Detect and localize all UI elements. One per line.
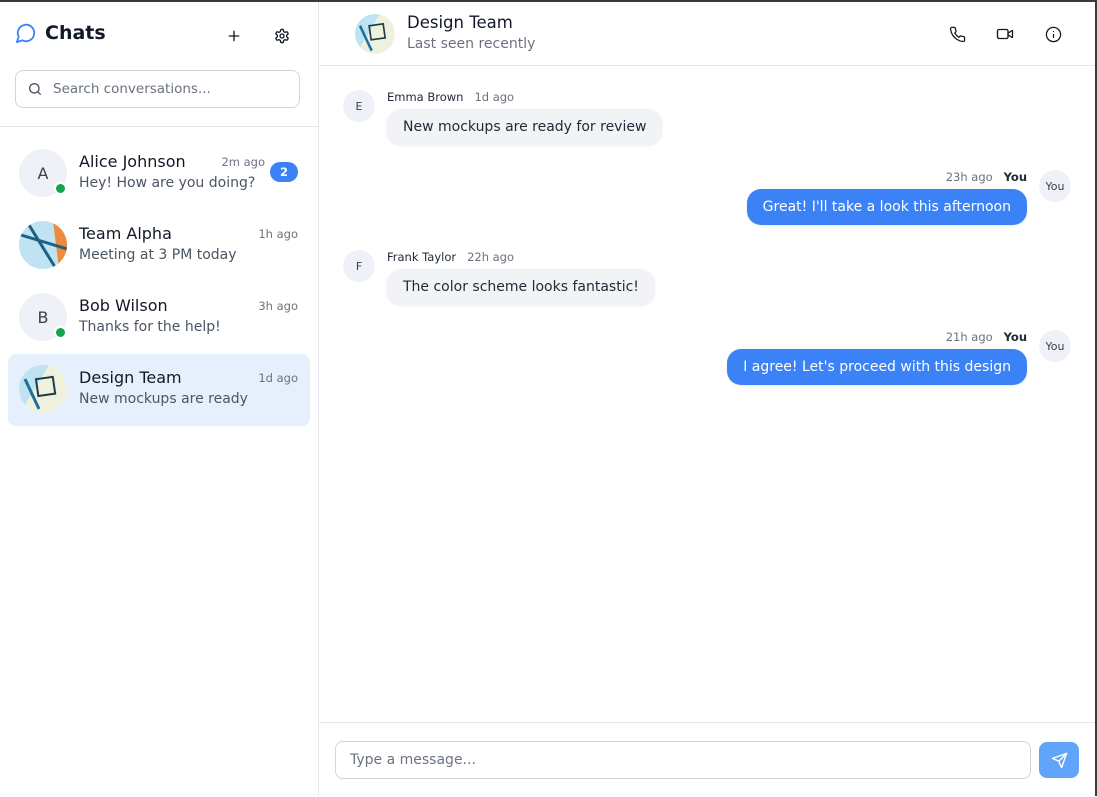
conversation-time: 1h ago [258,227,298,241]
design-team-image-icon [355,14,395,54]
message-avatar: You [1039,330,1071,362]
avatar: A [19,149,67,197]
conversation-name: Bob Wilson [79,296,168,315]
info-icon [1045,26,1062,43]
chat-actions [943,20,1067,48]
message-sender: Emma Brown [387,90,464,104]
conversation-item[interactable]: B Bob Wilson Thanks for the help! 3h ago [8,282,310,354]
avatar-initial: A [37,163,49,183]
message-meta: Emma Brown 1d ago [387,90,514,104]
message-list: E Emma Brown 1d ago New mockups are read… [319,66,1095,722]
message-time: 1d ago [474,90,515,104]
chat-title: Design Team [407,13,513,32]
search-icon [27,81,43,97]
conversation-item-active[interactable]: Design Team New mockups are ready 1d ago [8,354,310,426]
conversation-time: 3h ago [258,299,298,313]
sidebar-header: Chats [0,2,318,127]
conversation-item[interactable]: A Alice Johnson Hey! How are you doing? … [8,138,310,210]
message-meta: 23h ago You [946,170,1027,184]
chat-header: Design Team Last seen recently [319,2,1095,66]
conversation-name: Team Alpha [79,224,172,243]
message-input[interactable] [348,751,1012,769]
conversation-time: 2m ago [221,155,265,169]
message-input-box [335,741,1031,779]
conversation-name: Alice Johnson [79,152,186,171]
message-time: 23h ago [945,170,993,184]
video-call-button[interactable] [991,20,1019,48]
message-bubble: New mockups are ready for review [387,109,663,145]
message-sender: You [1003,170,1027,184]
chat-avatar [355,14,395,54]
group-avatar [19,365,67,413]
group-avatar [19,221,67,269]
settings-button[interactable] [268,22,296,50]
conversation-preview: Meeting at 3 PM today [79,247,237,263]
conversation-item[interactable]: Team Alpha Meeting at 3 PM today 1h ago [8,210,310,282]
conversation-preview: Thanks for the help! [79,319,221,335]
call-button[interactable] [943,20,971,48]
message-bubble: I agree! Let's proceed with this design [727,349,1027,385]
video-icon [996,25,1014,43]
avatar: B [19,293,67,341]
message-meta: 21h ago You [946,330,1027,344]
conversation-time: 1d ago [258,371,298,385]
message-meta: Frank Taylor 22h ago [387,250,514,264]
search-input[interactable] [51,80,285,98]
phone-icon [949,26,966,43]
search-box [15,70,300,108]
chat-status: Last seen recently [407,36,536,52]
message-avatar: You [1039,170,1071,202]
message-sender: You [1003,330,1027,344]
chat-panel: Design Team Last seen recently E Emma Br… [319,2,1095,796]
team-alpha-image-icon [19,221,67,269]
plus-icon [226,28,242,44]
sidebar: Chats A Alice Johnson Hey! Ho [0,2,319,796]
conversation-preview: Hey! How are you doing? [79,175,256,191]
unread-badge: 2 [270,162,298,182]
message-avatar: F [343,250,375,282]
info-button[interactable] [1039,20,1067,48]
online-indicator [54,182,67,195]
send-icon [1051,752,1068,769]
conversation-preview: New mockups are ready [79,391,248,407]
composer [319,722,1095,797]
message-time: 21h ago [945,330,993,344]
message-time: 22h ago [467,250,515,264]
online-indicator [54,326,67,339]
chat-bubble-icon [15,22,37,44]
conversation-list: A Alice Johnson Hey! How are you doing? … [0,138,318,426]
app-title: Chats [45,22,106,44]
brand: Chats [15,22,106,44]
message-sender: Frank Taylor [387,250,457,264]
message-avatar: E [343,90,375,122]
avatar-initial: B [37,307,49,327]
design-team-image-icon [19,365,67,413]
gear-icon [274,28,290,44]
message-bubble: The color scheme looks fantastic! [387,269,655,305]
new-chat-button[interactable] [220,22,248,50]
message-bubble: Great! I'll take a look this afternoon [746,189,1027,225]
send-button[interactable] [1039,742,1079,778]
conversation-name: Design Team [79,368,182,387]
